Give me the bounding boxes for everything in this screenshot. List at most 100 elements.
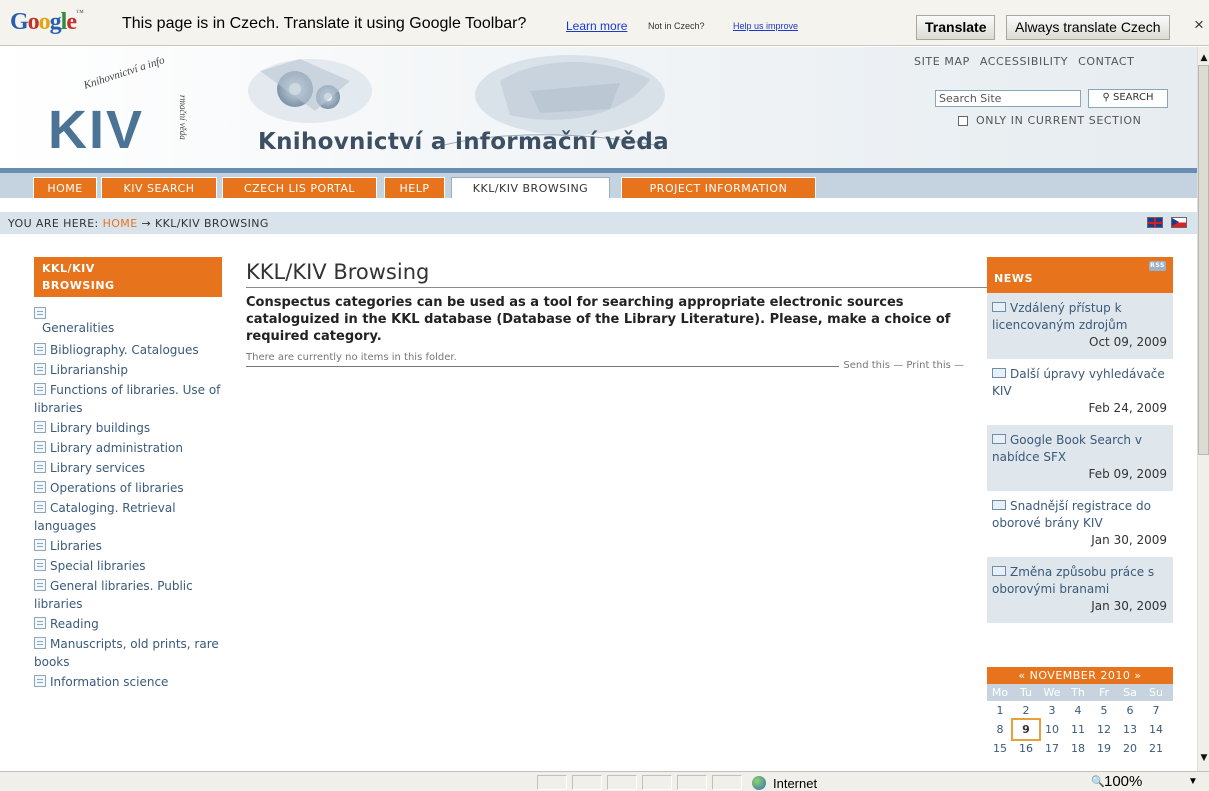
news-item-title[interactable]: Změna způsobu práce s oborovými branami <box>992 565 1154 596</box>
calendar-day[interactable]: 4 <box>1065 701 1091 720</box>
tab-home[interactable]: HOME <box>33 177 97 198</box>
calendar-day[interactable]: 16 <box>1013 739 1039 758</box>
search-input[interactable]: Search Site <box>935 90 1081 107</box>
calendar-day[interactable]: 21 <box>1143 739 1169 758</box>
folder-tree-icon <box>34 637 46 649</box>
calendar-day[interactable]: 17 <box>1039 739 1065 758</box>
calendar-day[interactable]: 20 <box>1117 739 1143 758</box>
calendar-day[interactable]: 12 <box>1091 720 1117 739</box>
vertical-scrollbar[interactable]: ▲ ▼ <box>1197 47 1209 771</box>
calendar-day[interactable]: 19 <box>1091 739 1117 758</box>
sidebar-item-generalities[interactable]: Generalities <box>34 307 222 335</box>
scrollbar-thumb[interactable] <box>1198 65 1209 455</box>
calendar-day[interactable]: 2 <box>1013 701 1039 720</box>
sidebar-item-services[interactable]: Library services <box>34 459 222 477</box>
news-item-title[interactable]: Snadnější registrace do oborové brány KI… <box>992 499 1151 530</box>
scroll-down-arrow-icon[interactable]: ▼ <box>1198 753 1209 765</box>
folder-tree-icon <box>34 539 46 551</box>
sidebar-item-reading[interactable]: Reading <box>34 615 222 633</box>
not-in-czech-label: Not in Czech? <box>648 21 705 31</box>
folder-tree-icon <box>34 481 46 493</box>
sidebar-item-label: Cataloging. Retrieval languages <box>34 501 176 533</box>
news-item[interactable]: Snadnější registrace do oborové brány KI… <box>987 491 1173 557</box>
print-this-link[interactable]: Print this <box>906 360 950 371</box>
news-item[interactable]: Další úpravy vyhledávače KIV Feb 24, 2009 <box>987 359 1173 425</box>
calendar-month-nav[interactable]: « NOVEMBER 2010 » <box>987 667 1173 684</box>
sidebar-item-manuscripts[interactable]: Manuscripts, old prints, rare books <box>34 635 222 671</box>
sidebar-item-cataloging[interactable]: Cataloging. Retrieval languages <box>34 499 222 535</box>
folder-tree-icon <box>34 559 46 571</box>
calendar-day[interactable]: 8 <box>987 720 1013 739</box>
main-content: KKL/KIV Browsing Conspectus categories c… <box>246 257 988 380</box>
tab-project-information[interactable]: PROJECT INFORMATION <box>621 177 816 198</box>
tab-kkl-kiv-browsing[interactable]: KKL/KIV BROWSING <box>451 177 610 198</box>
calendar-day[interactable]: 11 <box>1065 720 1091 739</box>
always-translate-button[interactable]: Always translate Czech <box>1006 15 1170 40</box>
close-translate-bar-icon[interactable]: × <box>1194 15 1204 35</box>
calendar-weekdays: Mo Tu We Th Fr Sa Su <box>987 684 1173 701</box>
search-button[interactable]: ⚲ SEARCH <box>1088 89 1168 108</box>
scroll-up-arrow-icon[interactable]: ▲ <box>1198 53 1209 65</box>
sidebar-item-functions[interactable]: Functions of libraries. Use of libraries <box>34 381 222 417</box>
learn-more-link[interactable]: Learn more <box>566 19 627 33</box>
news-item[interactable]: Google Book Search v nabídce SFX Feb 09, … <box>987 425 1173 491</box>
news-item[interactable]: Vzdálený přístup k licencovaným zdrojům O… <box>987 293 1173 359</box>
news-item[interactable]: Změna způsobu práce s oborovými branami J… <box>987 557 1173 623</box>
news-heading[interactable]: NEWS RSS <box>987 257 1173 293</box>
news-item-title[interactable]: Vzdálený přístup k licencovaným zdrojům <box>992 301 1127 332</box>
calendar-week: 15 16 17 18 19 20 21 <box>987 739 1173 758</box>
calendar-week: 8 9 10 11 12 13 14 <box>987 718 1173 741</box>
sidebar-item-operations[interactable]: Operations of libraries <box>34 479 222 497</box>
security-zone: Internet <box>773 776 818 791</box>
sitemap-link[interactable]: SITE MAP <box>914 55 970 68</box>
sidebar-item-librarianship[interactable]: Librarianship <box>34 361 222 379</box>
only-current-section-checkbox[interactable] <box>958 116 968 126</box>
calendar-day[interactable]: 13 <box>1117 720 1143 739</box>
calendar-day[interactable]: 6 <box>1117 701 1143 720</box>
calendar-day[interactable]: 5 <box>1091 701 1117 720</box>
zoom-icon: 🔍 <box>1091 776 1105 788</box>
calendar-day[interactable]: 10 <box>1039 720 1065 739</box>
sidebar-heading[interactable]: KKL/KIV BROWSING <box>34 257 222 297</box>
sidebar-item-label: Operations of libraries <box>50 481 184 495</box>
calendar-day[interactable]: 14 <box>1143 720 1169 739</box>
tab-czech-lis-portal[interactable]: CZECH LIS PORTAL <box>222 177 377 198</box>
send-this-link[interactable]: Send this <box>843 360 890 371</box>
sidebar-item-label: Library buildings <box>50 421 151 435</box>
status-segment <box>712 775 742 790</box>
accessibility-link[interactable]: ACCESSIBILITY <box>980 55 1068 68</box>
zoom-dropdown-icon[interactable]: ▼ <box>1188 776 1198 787</box>
help-improve-link[interactable]: Help us improve <box>733 21 798 31</box>
calendar-day[interactable]: 18 <box>1065 739 1091 758</box>
folder-tree-icon <box>34 343 46 355</box>
tab-kiv-search[interactable]: KIV SEARCH <box>101 177 217 198</box>
news-icon <box>992 500 1006 510</box>
breadcrumb-home-link[interactable]: HOME <box>103 217 138 230</box>
sidebar-item-general-public[interactable]: General libraries. Public libraries <box>34 577 222 613</box>
czech-flag-icon[interactable] <box>1171 217 1187 228</box>
sidebar-item-buildings[interactable]: Library buildings <box>34 419 222 437</box>
calendar-day-today[interactable]: 9 <box>1011 718 1041 741</box>
sidebar-item-bibliography[interactable]: Bibliography. Catalogues <box>34 341 222 359</box>
sidebar-item-libraries[interactable]: Libraries <box>34 537 222 555</box>
english-flag-icon[interactable] <box>1147 217 1163 228</box>
calendar-day[interactable]: 7 <box>1143 701 1169 720</box>
sidebar-item-special[interactable]: Special libraries <box>34 557 222 575</box>
sidebar-item-information-science[interactable]: Information science <box>34 673 222 691</box>
sidebar-item-label: General libraries. Public libraries <box>34 579 193 611</box>
translate-button[interactable]: Translate <box>916 15 996 40</box>
top-links: SITE MAP ACCESSIBILITY CONTACT <box>914 55 1144 68</box>
news-item-title[interactable]: Další úpravy vyhledávače KIV <box>992 367 1165 398</box>
status-bar: Internet 🔍 100% ▼ <box>0 771 1209 791</box>
tab-help[interactable]: HELP <box>384 177 445 198</box>
calendar-day[interactable]: 1 <box>987 701 1013 720</box>
sidebar-item-label: Library services <box>50 461 146 475</box>
calendar-day[interactable]: 3 <box>1039 701 1065 720</box>
sidebar-item-label: Information science <box>50 675 169 689</box>
zoom-level[interactable]: 100% <box>1104 773 1142 790</box>
calendar-day[interactable]: 15 <box>987 739 1013 758</box>
news-item-title[interactable]: Google Book Search v nabídce SFX <box>992 433 1142 464</box>
sidebar-item-administration[interactable]: Library administration <box>34 439 222 457</box>
contact-link[interactable]: CONTACT <box>1078 55 1134 68</box>
rss-icon[interactable]: RSS <box>1149 261 1166 271</box>
